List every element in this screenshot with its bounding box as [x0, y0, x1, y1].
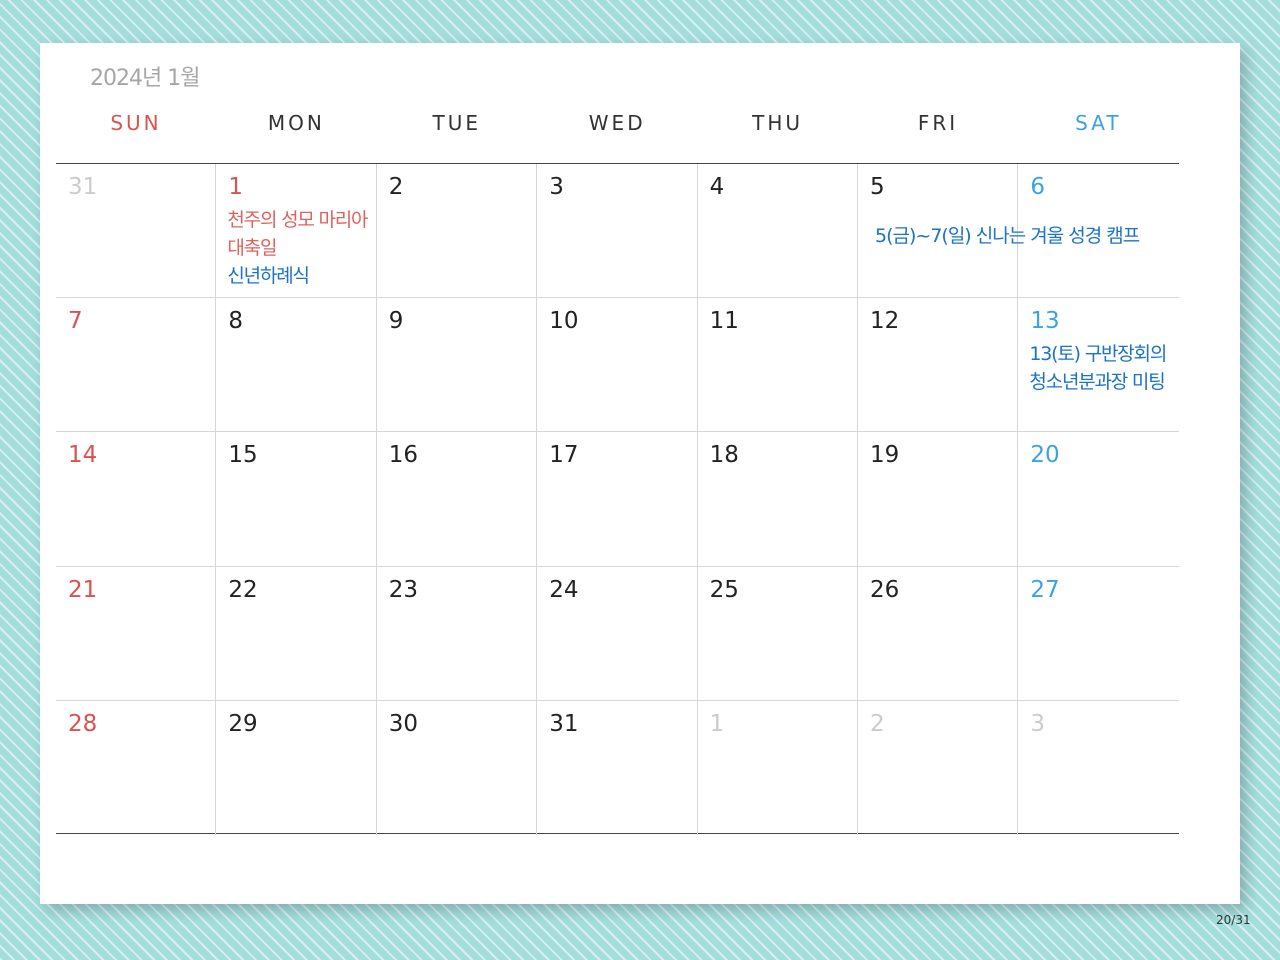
day-cell[interactable]: 22	[216, 566, 377, 701]
day-cell[interactable]: 18	[697, 432, 858, 567]
day-cell[interactable]: 2	[376, 164, 538, 299]
day-number: 1	[709, 710, 725, 737]
weekday-label-tue: TUE	[432, 111, 482, 135]
day-cell[interactable]: 2	[858, 700, 1019, 835]
day-number: 12	[870, 308, 900, 335]
day-cell[interactable]: 3	[1018, 701, 1178, 835]
day-number: 27	[1030, 576, 1060, 603]
day-number: 30	[388, 710, 419, 737]
calendar-card: 2024년 1월 SUN MON TUE WED THU FRI SAT 31 1 천주의 성모…	[40, 43, 1240, 904]
weekday-label-wed: WED	[588, 111, 646, 135]
day-cell[interactable]: 9	[376, 298, 538, 433]
day-cell[interactable]: 1 천주의 성모 마리아 대축일 신년하례식	[216, 164, 377, 299]
winter-bible-camp-event[interactable]: 5(금)~7(일) 신나는 겨울 성경 캠프	[875, 221, 1140, 248]
day-cell[interactable]: 31	[56, 164, 217, 299]
day-number: 3	[1030, 710, 1046, 737]
day-cell[interactable]: 28	[56, 700, 217, 835]
day-cell[interactable]: 24	[537, 566, 698, 701]
day-number: 9	[388, 308, 404, 335]
calendar-event[interactable]: 13(토) 구반장회의	[1029, 340, 1167, 368]
day-number: 22	[228, 576, 258, 603]
day-number: 26	[870, 576, 900, 603]
day-number: 29	[228, 710, 258, 737]
day-number: 24	[549, 576, 579, 603]
calendar-event[interactable]: 청소년분과장 미팅	[1029, 368, 1165, 396]
day-number: 1	[228, 174, 244, 200]
day-cell[interactable]: 31	[537, 700, 698, 835]
day-cell[interactable]: 26	[858, 566, 1019, 701]
day-number: 23	[388, 576, 419, 603]
day-number: 6	[1030, 174, 1046, 200]
day-number: 16	[388, 442, 419, 469]
day-number: 7	[68, 308, 83, 335]
day-number: 20	[1030, 442, 1060, 469]
calendar-event[interactable]: 천주의 성모 마리아	[227, 206, 368, 234]
day-number: 8	[228, 308, 244, 335]
day-cell[interactable]: 15	[216, 432, 377, 567]
day-cell[interactable]: 11	[697, 298, 858, 433]
day-number: 25	[709, 576, 739, 603]
day-cell[interactable]: 12	[858, 298, 1019, 433]
day-number: 11	[709, 308, 739, 335]
page-number: 20/31	[1216, 913, 1251, 927]
day-number: 13	[1030, 308, 1060, 335]
calendar-event[interactable]: 대축일	[227, 234, 277, 262]
day-cell[interactable]: 25	[697, 566, 858, 701]
day-number: 2	[388, 174, 404, 200]
day-number: 17	[549, 442, 579, 469]
day-cell[interactable]: 23	[376, 566, 538, 701]
day-cell[interactable]: 19	[858, 432, 1019, 567]
day-number: 19	[870, 442, 900, 469]
day-number: 18	[709, 442, 739, 469]
weekday-label-fri: FRI	[917, 111, 959, 135]
day-cell[interactable]: 10	[537, 298, 698, 433]
day-number: 3	[549, 174, 564, 200]
day-cell[interactable]: 8	[216, 298, 377, 433]
day-cell[interactable]: 3	[537, 164, 698, 299]
weekday-label-sun: SUN	[110, 111, 162, 135]
day-cell[interactable]: 20	[1018, 432, 1179, 567]
day-cell[interactable]: 17	[537, 432, 698, 567]
day-cell[interactable]: 16	[376, 432, 538, 567]
day-number: 2	[870, 710, 885, 737]
day-number: 5	[870, 174, 885, 200]
day-number: 15	[228, 442, 258, 469]
day-number: 10	[549, 308, 579, 335]
calendar-title: 2024년 1월	[90, 66, 200, 91]
day-number: 21	[68, 576, 98, 603]
weekday-label-sat: SAT	[1075, 111, 1122, 135]
weekday-header-row: SUN MON TUE WED THU FRI SAT	[56, 111, 1179, 141]
calendar-event[interactable]: 신년하례식	[227, 262, 310, 290]
day-cell[interactable]: 13 13(토) 구반장회의 청소년분과장 미팅	[1018, 298, 1179, 433]
weekday-label-thu: THU	[752, 111, 804, 135]
day-cell[interactable]: 1	[698, 700, 858, 835]
day-cell[interactable]: 14	[56, 432, 217, 567]
day-cell[interactable]: 21	[56, 566, 217, 701]
weekday-label-mon: MON	[267, 111, 325, 135]
day-number: 31	[549, 710, 579, 737]
day-cell[interactable]: 7	[56, 298, 217, 433]
day-number: 31	[68, 174, 98, 200]
day-number: 28	[68, 710, 98, 737]
day-cell[interactable]: 4	[697, 164, 858, 299]
day-cell[interactable]: 27	[1018, 567, 1179, 701]
day-cell[interactable]: 30	[377, 700, 538, 835]
calendar-grid: 31 1 천주의 성모 마리아 대축일 신년하례식 2 3 4 5 6 7 8 9 10 11 12 13 13(…	[56, 163, 1179, 835]
day-number: 4	[709, 174, 725, 200]
day-number: 14	[68, 442, 98, 469]
day-cell[interactable]: 29	[216, 700, 377, 835]
